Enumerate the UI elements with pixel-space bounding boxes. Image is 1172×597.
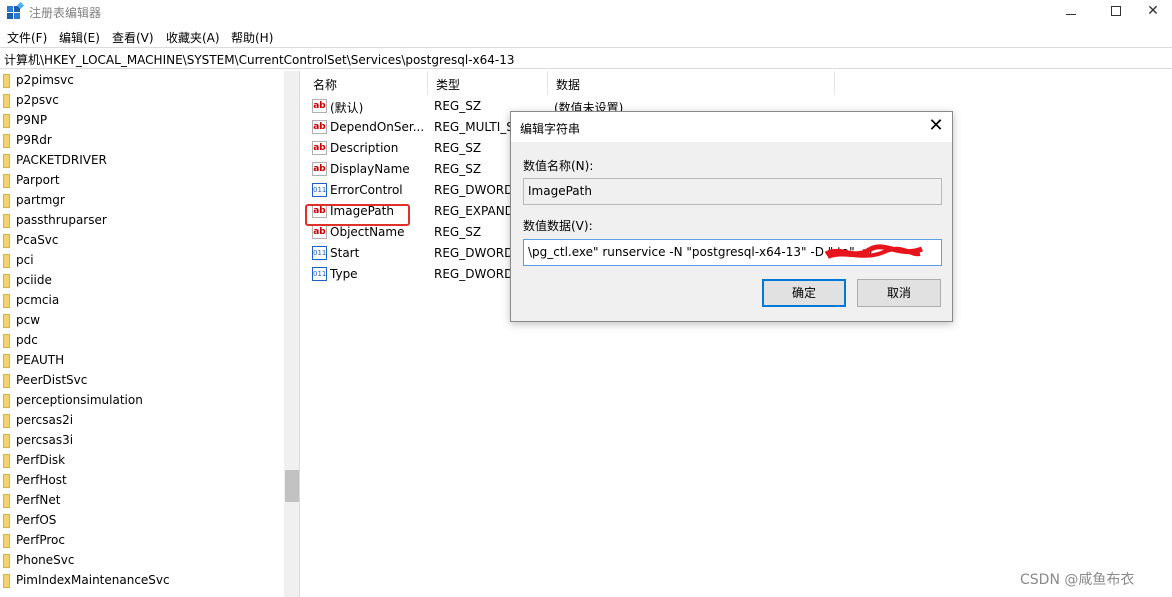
folder-icon <box>3 534 10 548</box>
value-name-label: 数值名称(N): <box>523 159 594 173</box>
key-tree: p2pimsvc p2psvc P9NP P9Rdr PACKETDRIVER … <box>0 71 300 597</box>
folder-icon <box>3 194 10 208</box>
tree-item[interactable]: percsas3i <box>0 431 284 451</box>
tree-item[interactable]: PeerDistSvc <box>0 371 284 391</box>
imagepath-highlight-annotation <box>305 204 410 226</box>
tree-item[interactable]: pcmcia <box>0 291 284 311</box>
folder-icon <box>3 354 10 368</box>
menu-help[interactable]: 帮助(H) <box>231 29 273 46</box>
window-title: 注册表编辑器 <box>29 6 102 20</box>
folder-icon <box>3 134 10 148</box>
edit-string-dialog: 编辑字符串 ✕ 数值名称(N): ImagePath 数值数据(V): \pg_… <box>510 111 953 322</box>
dialog-title-bar: 编辑字符串 ✕ <box>511 112 952 142</box>
menu-bar: 文件(F) 编辑(E) 查看(V) 收藏夹(A) 帮助(H) <box>0 26 1172 46</box>
tree-item[interactable]: PerfDisk <box>0 451 284 471</box>
tree-item[interactable]: passthruparser <box>0 211 284 231</box>
dialog-title: 编辑字符串 <box>520 122 581 136</box>
menu-file[interactable]: 文件(F) <box>7 29 47 46</box>
tree-item[interactable]: p2psvc <box>0 91 284 111</box>
folder-icon <box>3 334 10 348</box>
folder-icon <box>3 394 10 408</box>
folder-icon <box>3 314 10 328</box>
tree-item[interactable]: partmgr <box>0 191 284 211</box>
folder-icon <box>3 574 10 588</box>
tree-scrollbar[interactable] <box>284 71 299 597</box>
menu-view[interactable]: 查看(V) <box>112 29 154 46</box>
folder-icon <box>3 174 10 188</box>
folder-icon <box>3 494 10 508</box>
title-bar: 注册表编辑器 ✕ <box>0 0 1172 24</box>
tree-item[interactable]: P9Rdr <box>0 131 284 151</box>
string-value-icon: ab <box>312 141 327 155</box>
tree-item[interactable]: PerfOS <box>0 511 284 531</box>
tree-item[interactable]: Parport <box>0 171 284 191</box>
cancel-button[interactable]: 取消 <box>857 279 941 307</box>
folder-icon <box>3 254 10 268</box>
folder-icon <box>3 554 10 568</box>
binary-value-icon: 011 <box>312 246 327 260</box>
ok-button[interactable]: 确定 <box>762 279 846 307</box>
close-button[interactable]: ✕ <box>1130 0 1172 24</box>
tree-item[interactable]: perceptionsimulation <box>0 391 284 411</box>
folder-icon <box>3 114 10 128</box>
folder-icon <box>3 414 10 428</box>
close-icon: ✕ <box>928 115 944 136</box>
value-name-field[interactable]: ImagePath <box>523 178 942 205</box>
redaction-scribble <box>824 244 923 259</box>
address-bar[interactable]: 计算机\HKEY_LOCAL_MACHINE\SYSTEM\CurrentCon… <box>0 47 1172 69</box>
value-data-label: 数值数据(V): <box>523 219 593 233</box>
folder-icon <box>3 274 10 288</box>
folder-icon <box>3 454 10 468</box>
menu-favorites[interactable]: 收藏夹(A) <box>166 29 220 46</box>
value-data-input[interactable]: \pg_ctl.exe" runservice -N "postgresql-x… <box>523 239 942 266</box>
close-icon: ✕ <box>1147 3 1159 19</box>
folder-icon <box>3 374 10 388</box>
folder-icon <box>3 74 10 88</box>
string-value-icon: ab <box>312 120 327 134</box>
column-header-data[interactable]: 数据 <box>548 71 835 95</box>
tree-item[interactable]: p2pimsvc <box>0 71 284 91</box>
tree-item[interactable]: pci <box>0 251 284 271</box>
tree-item[interactable]: PhoneSvc <box>0 551 284 571</box>
column-header-name[interactable]: 名称 <box>305 71 428 95</box>
tree-item[interactable]: pdc <box>0 331 284 351</box>
tree-item[interactable]: PerfProc <box>0 531 284 551</box>
folder-icon <box>3 434 10 448</box>
registry-editor-icon <box>7 1 25 20</box>
folder-icon <box>3 94 10 108</box>
folder-icon <box>3 514 10 528</box>
folder-icon <box>3 294 10 308</box>
string-value-icon: ab <box>312 225 327 239</box>
tree-item[interactable]: PcaSvc <box>0 231 284 251</box>
address-path: 计算机\HKEY_LOCAL_MACHINE\SYSTEM\CurrentCon… <box>4 53 515 67</box>
tree-item[interactable]: percsas2i <box>0 411 284 431</box>
binary-value-icon: 011 <box>312 267 327 281</box>
string-value-icon: ab <box>312 162 327 176</box>
tree-item[interactable]: pciide <box>0 271 284 291</box>
binary-value-icon: 011 <box>312 183 327 197</box>
dialog-close-button[interactable]: ✕ <box>923 115 949 139</box>
tree-item[interactable]: pcw <box>0 311 284 331</box>
folder-icon <box>3 214 10 228</box>
minimize-button[interactable] <box>1048 0 1094 24</box>
tree-item[interactable]: PEAUTH <box>0 351 284 371</box>
folder-icon <box>3 234 10 248</box>
value-data-text: \pg_ctl.exe" runservice -N "postgresql-x… <box>528 245 873 259</box>
folder-icon <box>3 474 10 488</box>
tree-item[interactable]: PerfHost <box>0 471 284 491</box>
folder-icon <box>3 154 10 168</box>
string-value-icon: ab <box>312 99 327 113</box>
column-header-type[interactable]: 类型 <box>428 71 548 95</box>
tree-item[interactable]: PACKETDRIVER <box>0 151 284 171</box>
tree-item[interactable]: PimIndexMaintenanceSvc <box>0 571 284 591</box>
minimize-icon <box>1066 14 1076 15</box>
watermark: CSDN @咸鱼布衣 <box>1020 572 1135 588</box>
menu-edit[interactable]: 编辑(E) <box>59 29 100 46</box>
tree-scrollbar-thumb[interactable] <box>285 470 299 502</box>
tree-item[interactable]: P9NP <box>0 111 284 131</box>
maximize-icon <box>1111 6 1121 16</box>
tree-item[interactable]: PerfNet <box>0 491 284 511</box>
